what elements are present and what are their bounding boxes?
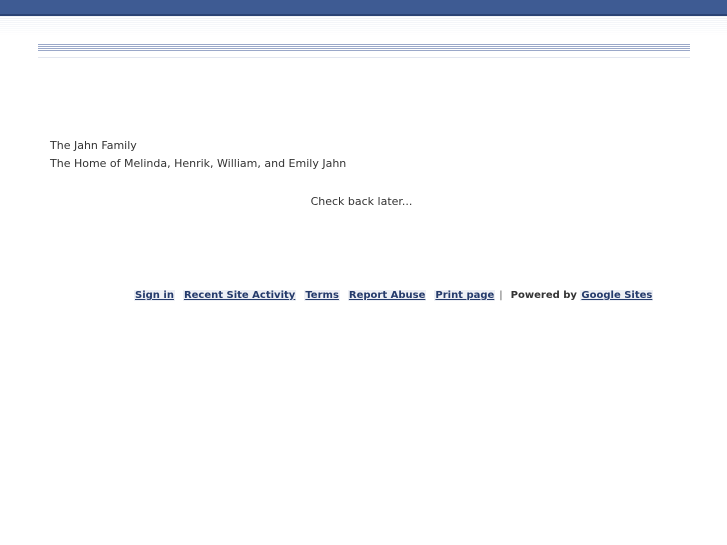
banner-fade <box>0 16 727 36</box>
site-description: The Home of Melinda, Henrik, William, an… <box>50 157 347 170</box>
report-abuse-link[interactable]: Report Abuse <box>347 290 427 301</box>
terms-link[interactable]: Terms <box>304 290 340 301</box>
print-page-link[interactable]: Print page <box>434 290 496 301</box>
top-banner <box>0 0 727 16</box>
header-divider-thin <box>38 57 690 58</box>
google-sites-link[interactable]: Google Sites <box>580 290 654 301</box>
footer-separator: | <box>499 290 503 301</box>
recent-site-activity-link[interactable]: Recent Site Activity <box>182 290 297 301</box>
page-content-message: Check back later... <box>310 195 413 208</box>
page: The Jahn Family The Home of Melinda, Hen… <box>0 0 727 545</box>
site-title[interactable]: The Jahn Family <box>50 139 137 152</box>
site-footer: Sign in Recent Site Activity Terms Report A… <box>134 290 654 301</box>
powered-by-label: Powered by <box>510 290 577 301</box>
header-divider <box>38 44 690 52</box>
sign-in-link[interactable]: Sign in <box>134 290 175 301</box>
